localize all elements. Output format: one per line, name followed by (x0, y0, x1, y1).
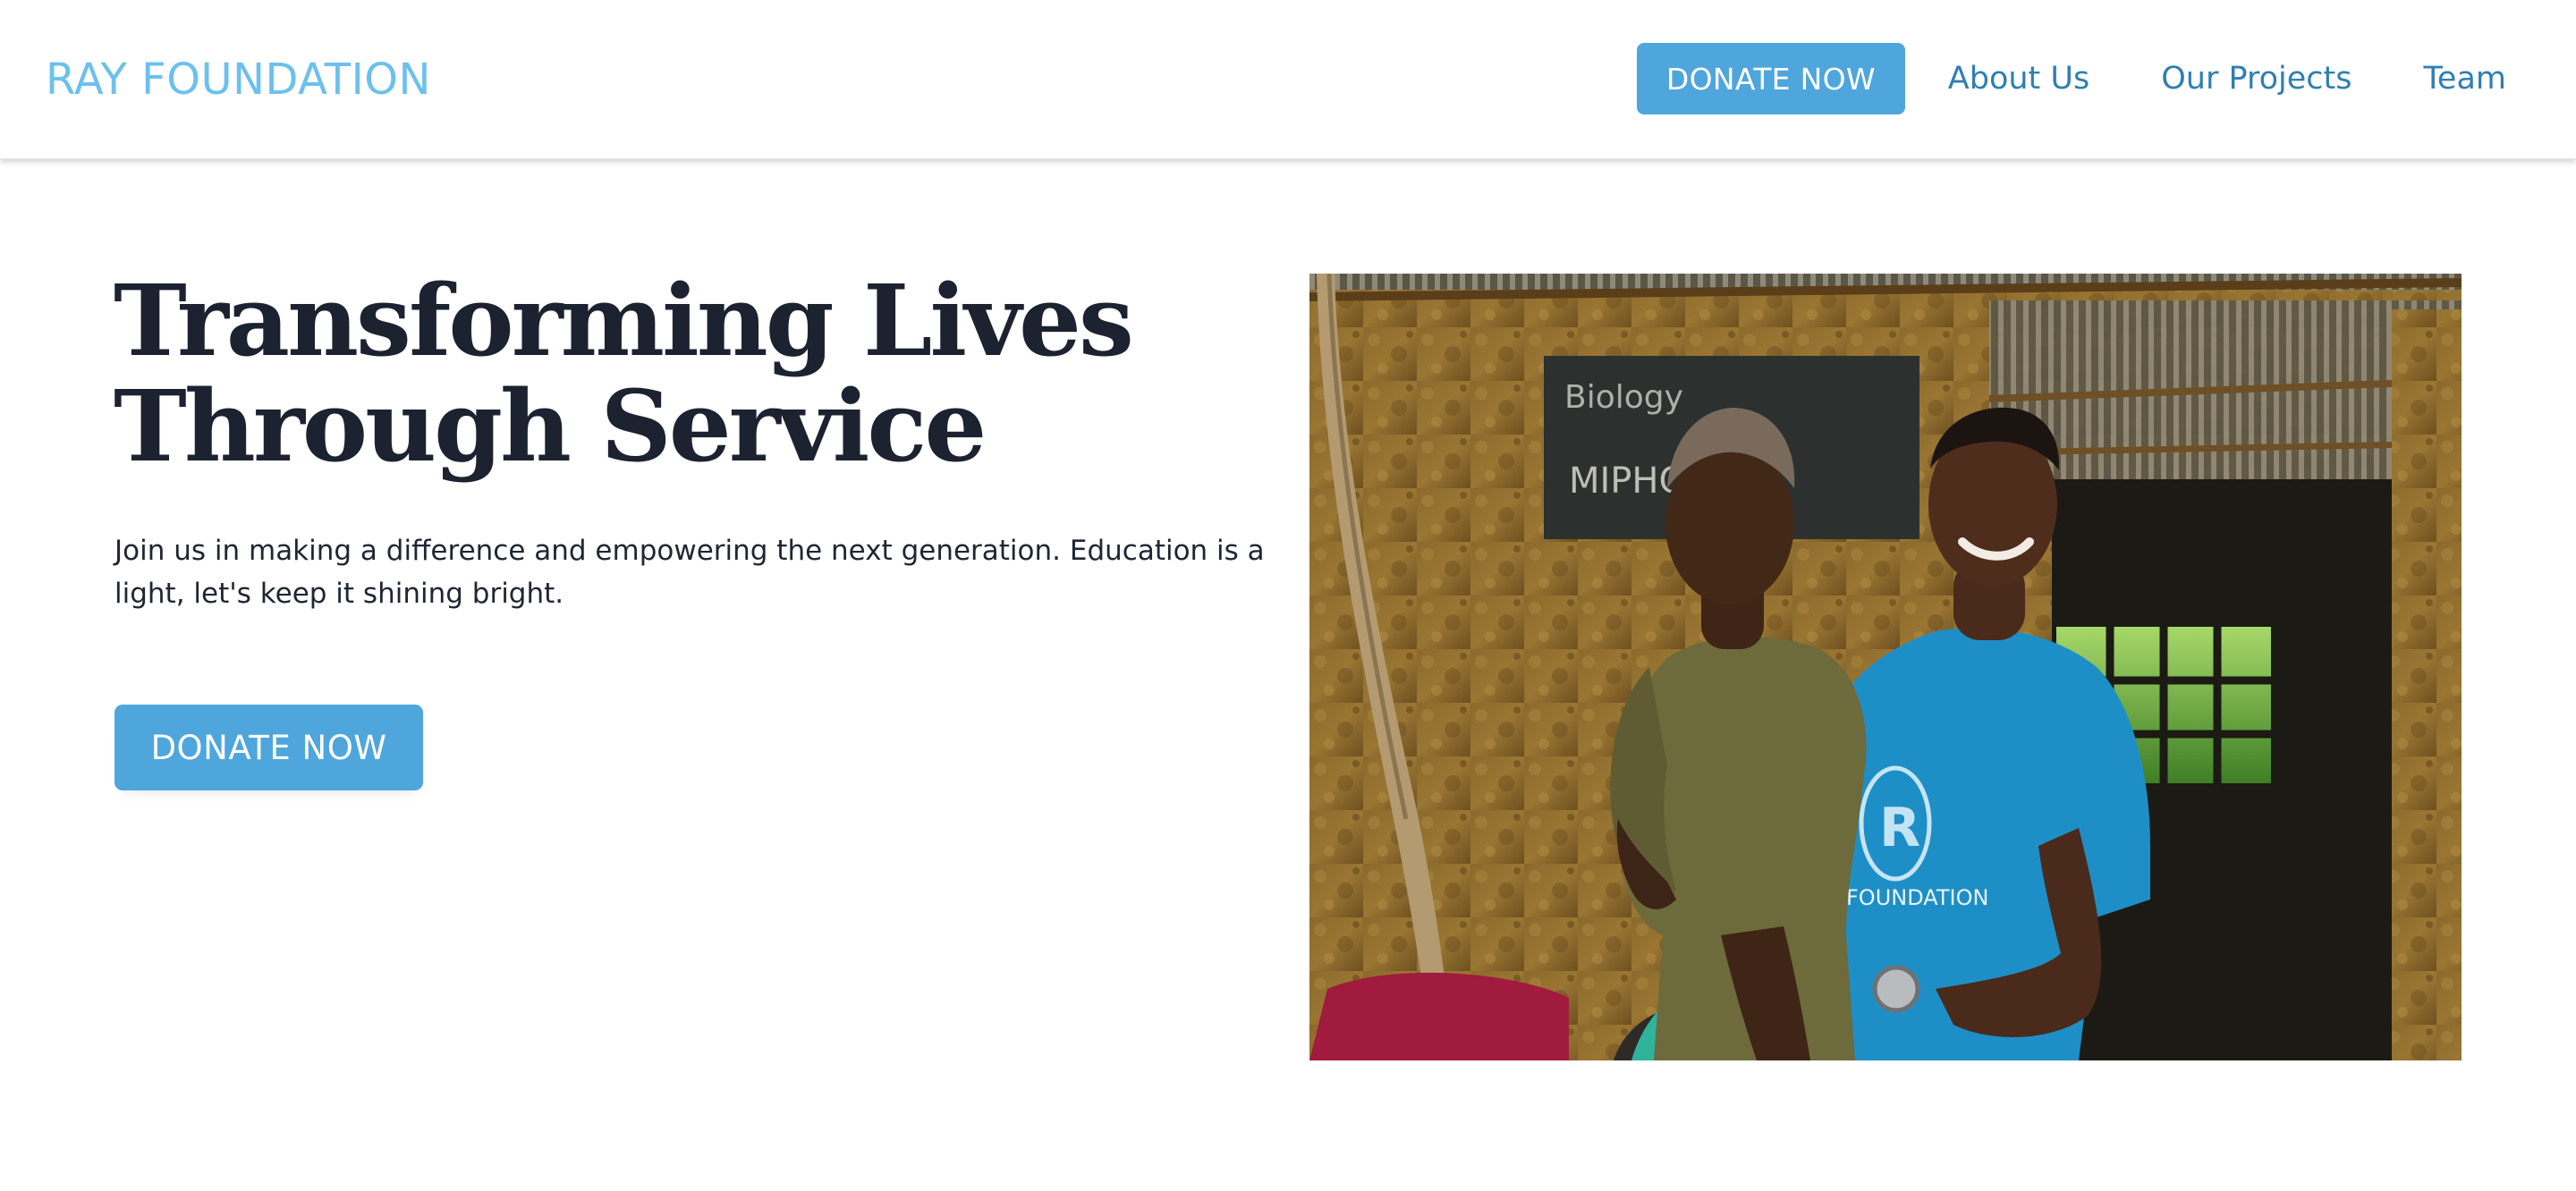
hero-description: Join us in making a difference and empow… (114, 535, 1265, 610)
hero-photo: Biology MIPHC R FOUNDATION (1309, 274, 2462, 1060)
nav-link-our-projects[interactable]: Our Projects (2161, 61, 2351, 97)
shirt-text: FOUNDATION (1846, 885, 1988, 910)
brand-logo[interactable]: RAY FOUNDATION (46, 48, 431, 111)
shirt-logo-letter: R (1879, 797, 1920, 859)
hero-donate-button[interactable]: DONATE NOW (114, 705, 423, 790)
nav-link-team[interactable]: Team (2423, 61, 2506, 97)
hero-title-line-2: Through Service (114, 368, 987, 484)
chalkboard-text-2: MIPHC (1569, 460, 1683, 502)
hero-title: Transforming Lives Through Service (114, 268, 1276, 479)
nav-link-about-us[interactable]: About Us (1948, 61, 2089, 97)
site-header: RAY FOUNDATION DONATE NOW About Us Our P… (0, 0, 2576, 159)
hero-photo-illustration: Biology MIPHC R FOUNDATION (1309, 274, 2462, 1060)
nav-donate-button[interactable]: DONATE NOW (1636, 43, 1905, 114)
hero-title-line-1: Transforming Lives (114, 263, 1134, 378)
chalkboard-text-1: Biology (1564, 379, 1683, 416)
main-nav: DONATE NOW About Us Our Projects Team (1636, 43, 2506, 114)
